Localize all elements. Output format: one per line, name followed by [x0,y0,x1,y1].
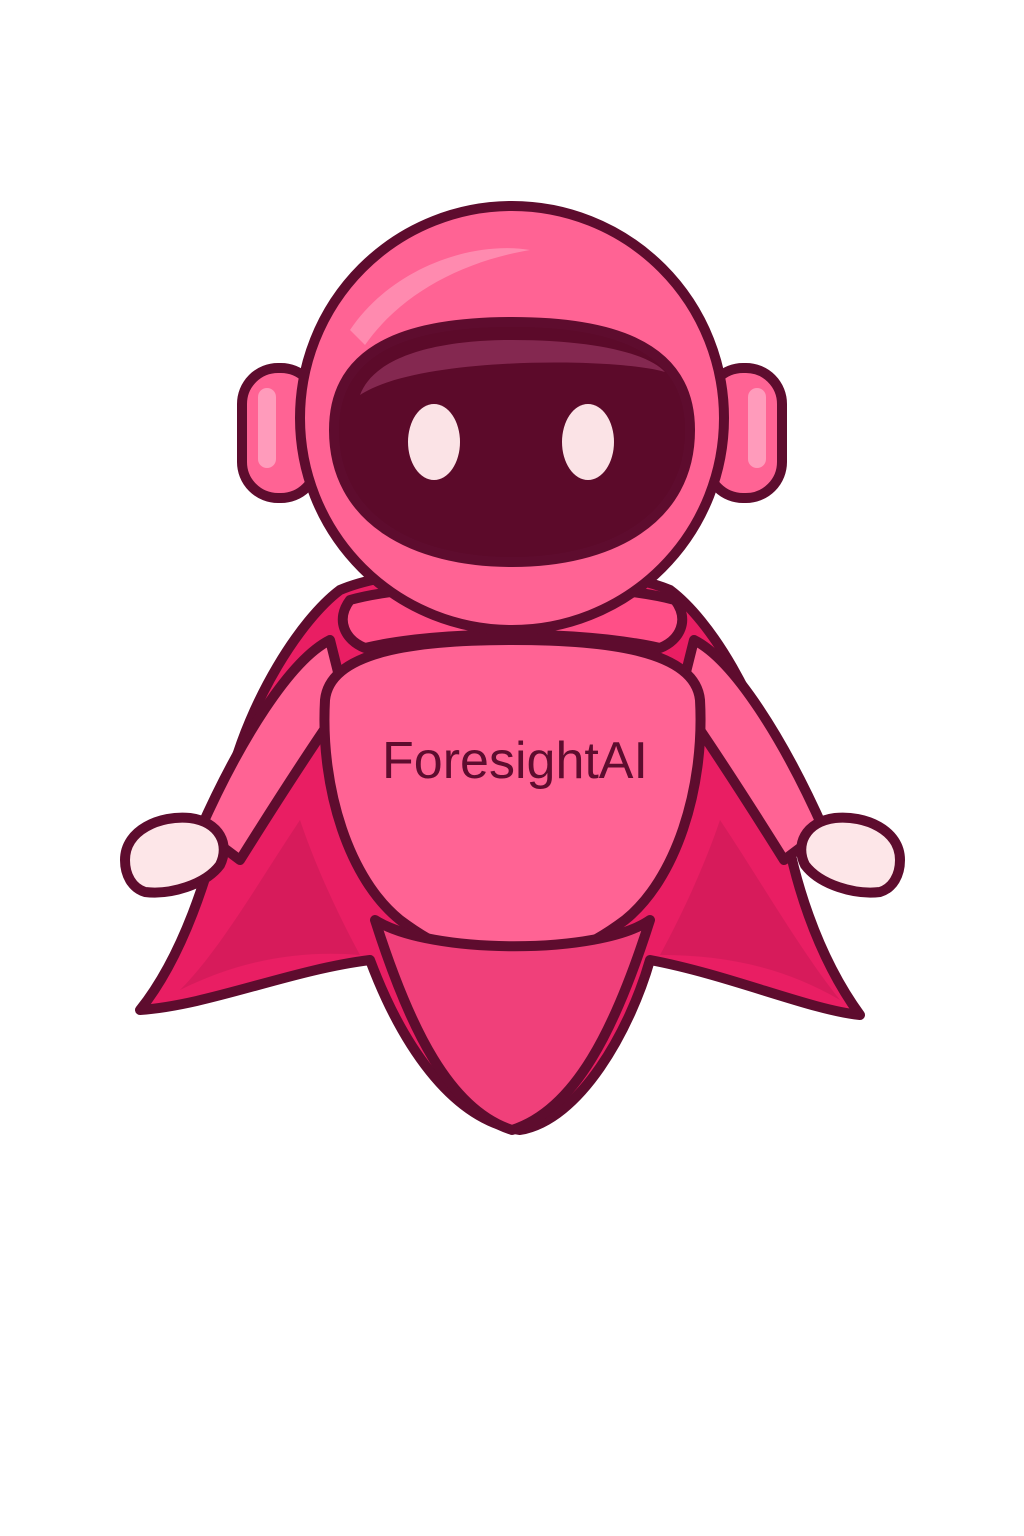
left-ear-highlight [258,388,276,468]
left-hand [119,812,229,898]
right-eye [562,404,614,480]
right-hand [796,812,906,898]
right-ear-highlight [748,388,766,468]
robot-mascot-icon: ForesightAI [119,201,906,1135]
left-eye [408,404,460,480]
logo-label: ForesightAI [382,732,648,790]
lower-body [370,915,655,1135]
page-canvas: ForesightAI [0,0,1024,1536]
